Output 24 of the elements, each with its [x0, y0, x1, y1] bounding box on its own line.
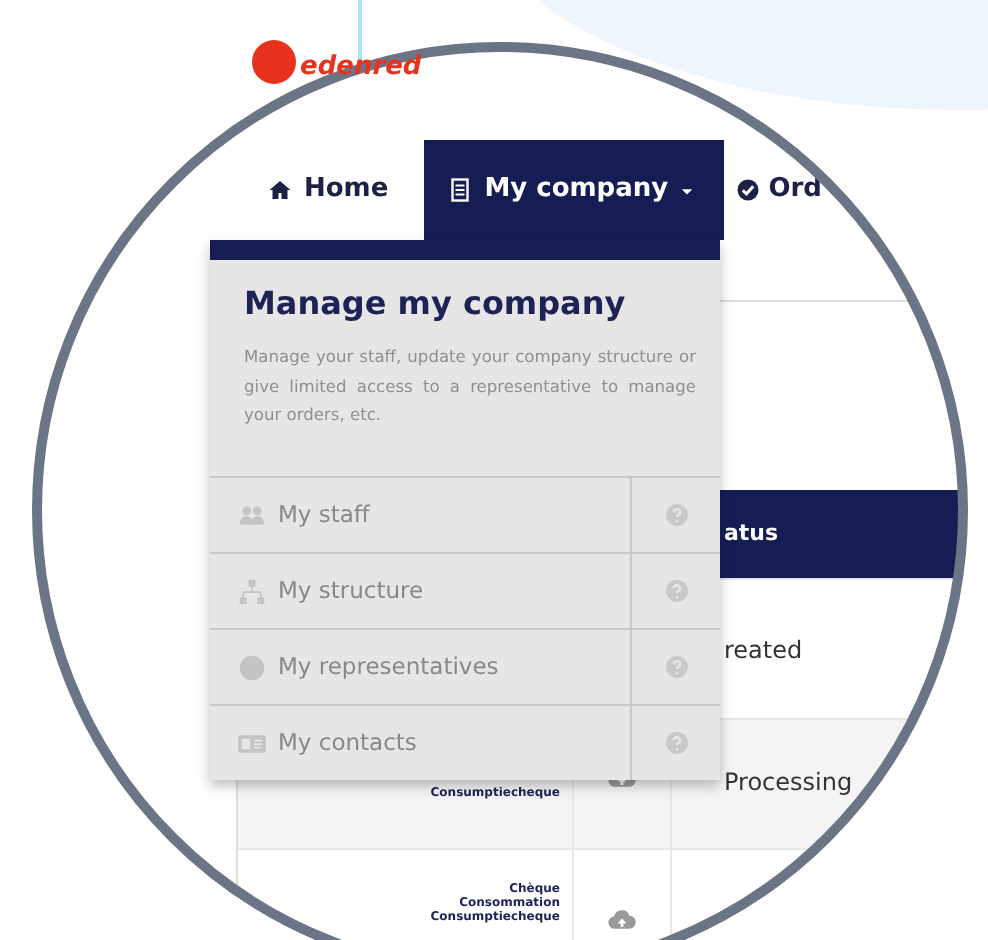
- status-text: Processing: [724, 766, 853, 800]
- caret-icon: [680, 183, 695, 197]
- nav-tab[interactable]: Home: [244, 140, 413, 240]
- column-header: atus: [724, 517, 779, 550]
- help-icon[interactable]: [665, 732, 687, 754]
- hierarchy-icon: [238, 577, 266, 605]
- help-icon[interactable]: [665, 656, 687, 678]
- menu-description: Manage your staff, update your company structure or give limited access to a representative to manage your orders, etc.: [242, 344, 698, 429]
- help-icon[interactable]: [665, 504, 687, 526]
- document-icon: [448, 178, 473, 202]
- menu-title: Manage my company: [242, 282, 628, 323]
- menu-item[interactable]: My staff: [210, 478, 630, 552]
- status-text: reated: [724, 633, 803, 667]
- help-icon[interactable]: [665, 580, 687, 602]
- nav-tab[interactable]: Ord: [724, 140, 822, 240]
- nav-tab[interactable]: My company: [424, 140, 725, 240]
- check-circle-icon: [736, 178, 761, 202]
- contact-card-icon: [238, 729, 266, 757]
- menu-item[interactable]: My representatives: [210, 630, 630, 704]
- menu-item[interactable]: My contacts: [210, 706, 630, 780]
- home-icon: [268, 178, 292, 202]
- menu-item[interactable]: My structure: [210, 554, 630, 628]
- people-icon: [238, 501, 266, 529]
- logo-circle-icon: [252, 40, 296, 84]
